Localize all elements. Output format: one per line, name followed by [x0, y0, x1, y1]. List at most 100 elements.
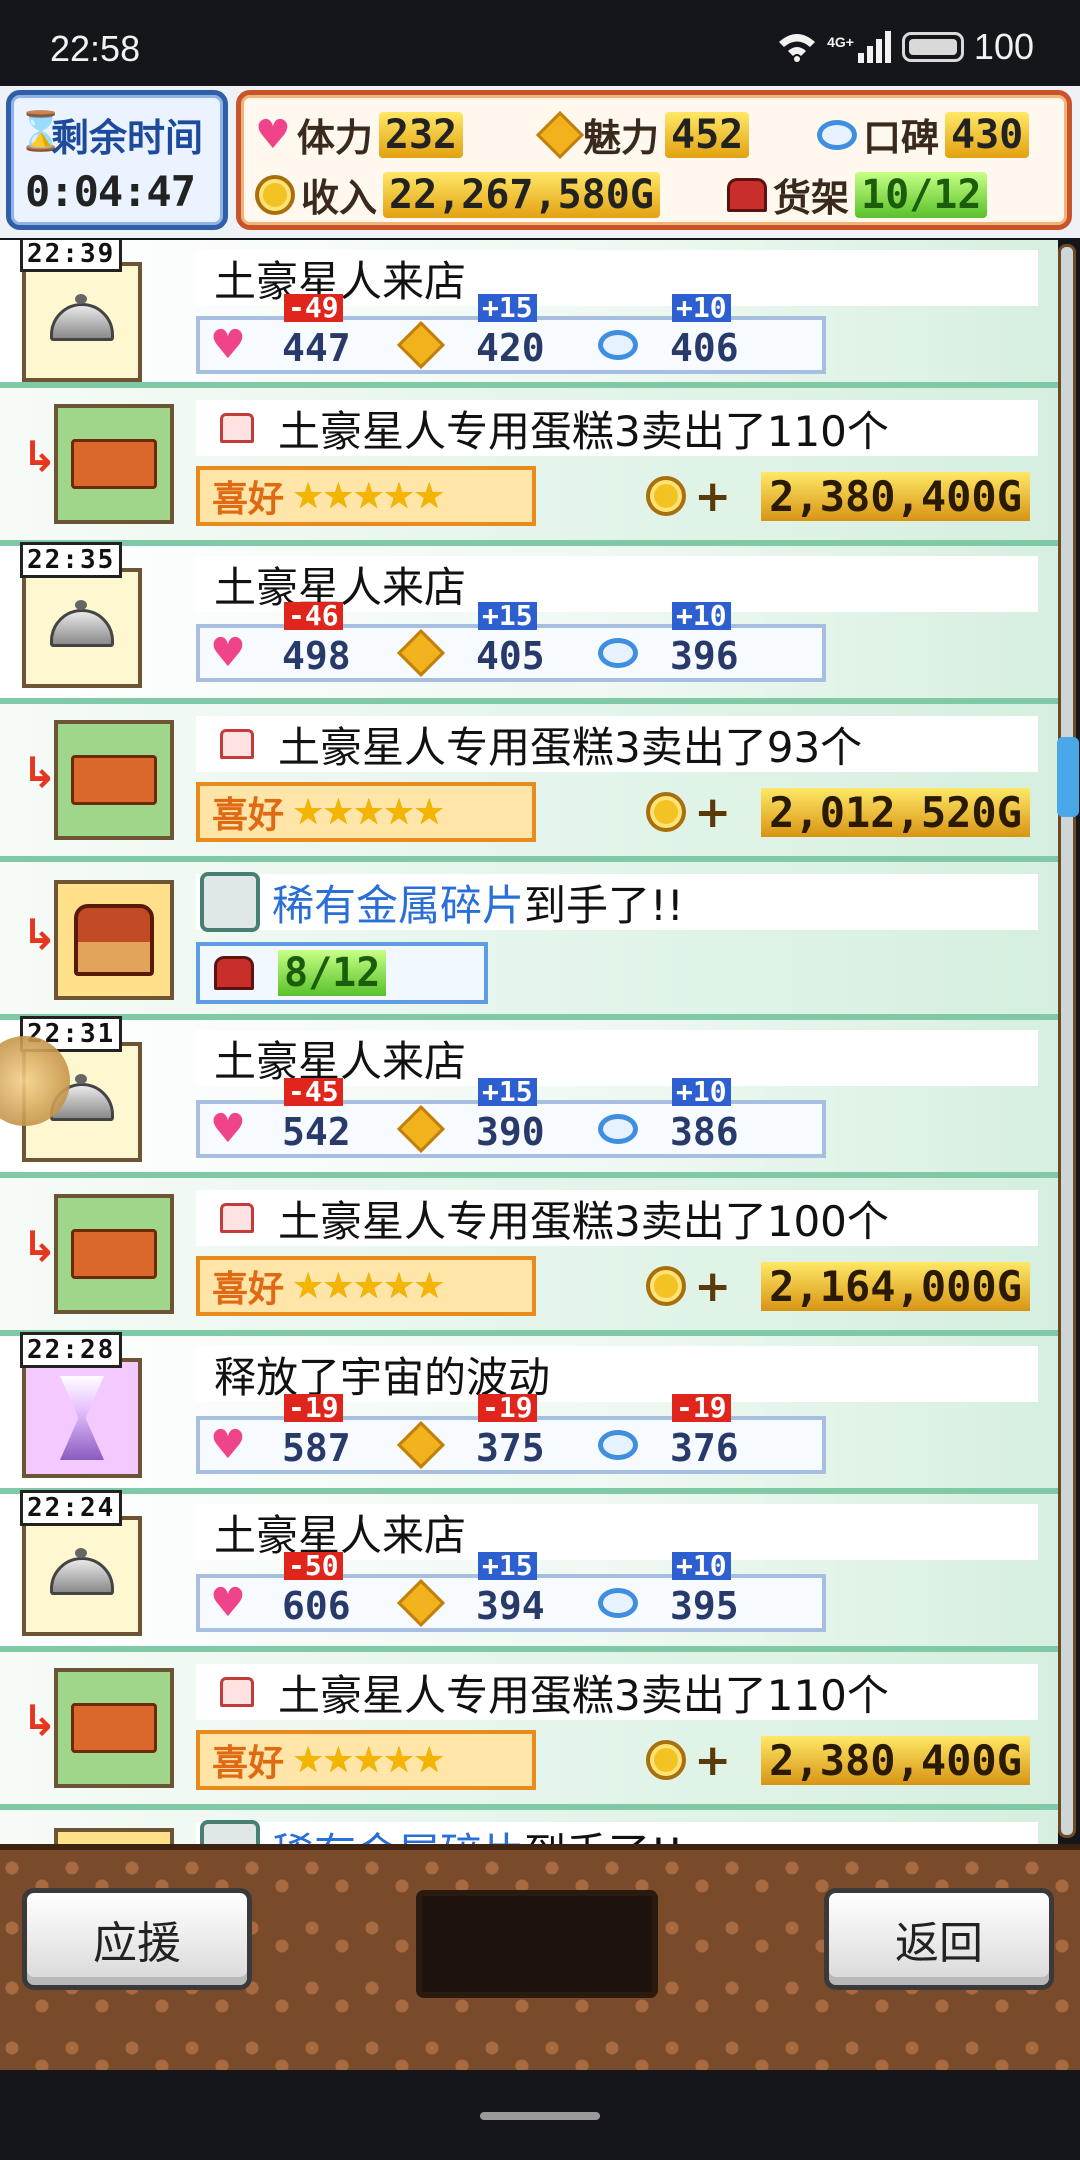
- cloche-icon: [50, 1548, 114, 1595]
- log-title: 土豪星人专用蛋糕3卖出了100个: [196, 1190, 1038, 1246]
- charm-change: +15 405: [394, 602, 588, 678]
- heart-icon: ♥: [210, 322, 246, 368]
- cake-icon: [220, 729, 254, 759]
- stamina-change: ♥ -45 542: [200, 1078, 394, 1155]
- return-arrow-icon: ↳: [22, 910, 58, 959]
- coin-icon: [646, 792, 687, 832]
- stat-change-bar: ♥ -45 542 +15 390 +10 386: [196, 1078, 826, 1158]
- battery-icon: [901, 32, 964, 62]
- status-bar: 22:58 4G+ 100: [0, 0, 1080, 86]
- charm-icon: [396, 1420, 446, 1470]
- charm-stat: 魅力 452: [535, 107, 750, 162]
- reputation-change: +10 386: [588, 1078, 782, 1154]
- network-type: 4G+: [827, 34, 854, 50]
- remaining-time-box: ⌛ 剩余时间 0:04:47: [6, 90, 228, 230]
- plus-icon: +: [694, 470, 732, 522]
- back-button[interactable]: 返回: [824, 1888, 1054, 1990]
- return-arrow-icon: ↳: [22, 1222, 58, 1271]
- stamina-after: 606: [282, 1584, 351, 1628]
- status-time: 22:58: [50, 28, 141, 69]
- charm-delta: +15: [478, 1552, 537, 1580]
- log-scrollbar[interactable]: [1057, 244, 1079, 1838]
- log-entry-item: 稀有金属碎片到手了!!: [0, 1810, 1058, 1844]
- event-log[interactable]: 22:39 土豪星人来店 ♥ -49 447 +15 420 +10 406 ↳ 土豪星…: [0, 240, 1058, 1844]
- charm-change: +15 394: [394, 1552, 588, 1628]
- preference-badge: 喜好 ★★★★★: [196, 1256, 536, 1316]
- stamina-change: ♥ -49 447: [200, 294, 394, 371]
- stamina-delta: -49: [284, 294, 343, 322]
- log-entry-visit: 22:24 土豪星人来店 ♥ -50 606 +15 394 +10 395: [0, 1490, 1058, 1652]
- return-arrow-icon: ↳: [22, 1696, 58, 1745]
- shelf-count-bar: 8/12: [196, 942, 488, 1004]
- charm-delta: +15: [478, 1078, 537, 1106]
- charm-icon: [535, 110, 585, 159]
- reputation-label: 口碑: [863, 116, 940, 160]
- charm-change: -19 375: [394, 1394, 588, 1470]
- reputation-change: +10 396: [588, 602, 782, 678]
- speech-bubble-icon: [817, 119, 857, 150]
- stamina-after: 587: [282, 1426, 351, 1470]
- reputation-change: -19 376: [588, 1394, 782, 1470]
- heart-icon: ♥: [210, 1580, 246, 1626]
- sale-amount: 2,164,000G: [761, 1261, 1030, 1311]
- charm-change: +15 390: [394, 1078, 588, 1154]
- stat-change-bar: ♥ -19 587 -19 375 -19 376: [196, 1394, 826, 1474]
- cloche-icon: [50, 294, 114, 341]
- sale-income: +2,012,520G: [646, 784, 1030, 840]
- counter-icon: [71, 755, 157, 805]
- chest-thumb: [54, 1828, 174, 1844]
- income-label: 收入: [301, 176, 378, 220]
- metal-fragment-icon: [200, 1820, 260, 1844]
- remaining-time-value: 0:04:47: [25, 167, 196, 216]
- scrollbar-thumb[interactable]: [1057, 737, 1079, 817]
- speech-bubble-icon: [598, 638, 638, 668]
- reputation-after: 386: [670, 1110, 739, 1154]
- signal-icon: [857, 31, 891, 63]
- battery-level: 100: [973, 26, 1034, 67]
- shop-stats-box: ♥ 体力 232 魅力 452 口碑 430 收入 22,267,580G 货架…: [236, 90, 1072, 230]
- log-entry-visit: 22:35 土豪星人来店 ♥ -46 498 +15 405 +10 396: [0, 542, 1058, 704]
- sale-amount: 2,380,400G: [761, 471, 1030, 521]
- log-title-text: 土豪星人专用蛋糕3卖出了110个: [278, 1670, 889, 1720]
- reputation-delta: +10: [672, 1078, 731, 1106]
- log-title-text: 土豪星人专用蛋糕3卖出了100个: [278, 1196, 889, 1246]
- treasure-chest-icon: [74, 904, 154, 976]
- cake-icon: [220, 1677, 254, 1707]
- log-title: 土豪星人专用蛋糕3卖出了93个: [196, 716, 1038, 772]
- charm-change: +15 420: [394, 294, 588, 370]
- sale-income: +2,380,400G: [646, 1732, 1030, 1788]
- hourglass-thumb: [22, 1358, 142, 1478]
- stamina-delta: -50: [284, 1552, 343, 1580]
- charm-value: 452: [665, 111, 750, 158]
- coin-icon: [646, 476, 687, 516]
- metal-fragment-icon: [200, 872, 260, 932]
- sale-amount: 2,012,520G: [761, 787, 1030, 837]
- plus-icon: +: [694, 786, 732, 838]
- reputation-after: 406: [670, 326, 739, 370]
- stamina-after: 542: [282, 1110, 351, 1154]
- heart-icon: ♥: [210, 1106, 246, 1152]
- preference-badge: 喜好 ★★★★★: [196, 466, 536, 526]
- log-title: 稀有金属碎片到手了!!: [196, 872, 1038, 932]
- log-title-text: 土豪星人专用蛋糕3卖出了110个: [278, 406, 889, 456]
- log-title: 稀有金属碎片到手了!!: [196, 1820, 1038, 1844]
- star-rating: ★★★★★: [292, 1739, 445, 1781]
- counter-icon: [71, 1703, 157, 1753]
- log-time: 22:24: [20, 1490, 123, 1526]
- stamina-delta: -45: [284, 1078, 343, 1106]
- sale-income: +2,380,400G: [646, 468, 1030, 524]
- charm-delta: -19: [478, 1394, 537, 1422]
- log-entry-sale: ↳ 土豪星人专用蛋糕3卖出了93个 喜好 ★★★★★ +2,012,520G: [0, 704, 1058, 862]
- gesture-handle[interactable]: [480, 2112, 600, 2120]
- log-entry-sale: ↳ 土豪星人专用蛋糕3卖出了110个 喜好 ★★★★★ +2,380,400G: [0, 1652, 1058, 1810]
- customer-thumb: [22, 1516, 142, 1636]
- income-stat: 收入 22,267,580G: [255, 167, 660, 222]
- stamina-label: 体力: [296, 116, 373, 160]
- log-entry-item: ↳ 稀有金属碎片 到手了!! 8/12: [0, 862, 1058, 1020]
- charm-after: 394: [476, 1584, 545, 1628]
- support-button[interactable]: 应援: [22, 1888, 252, 1990]
- cake-icon: [220, 1203, 254, 1233]
- preference-label: 喜好: [212, 1743, 285, 1784]
- shop-counter-thumb: [54, 1668, 174, 1788]
- reputation-value: 430: [945, 111, 1030, 158]
